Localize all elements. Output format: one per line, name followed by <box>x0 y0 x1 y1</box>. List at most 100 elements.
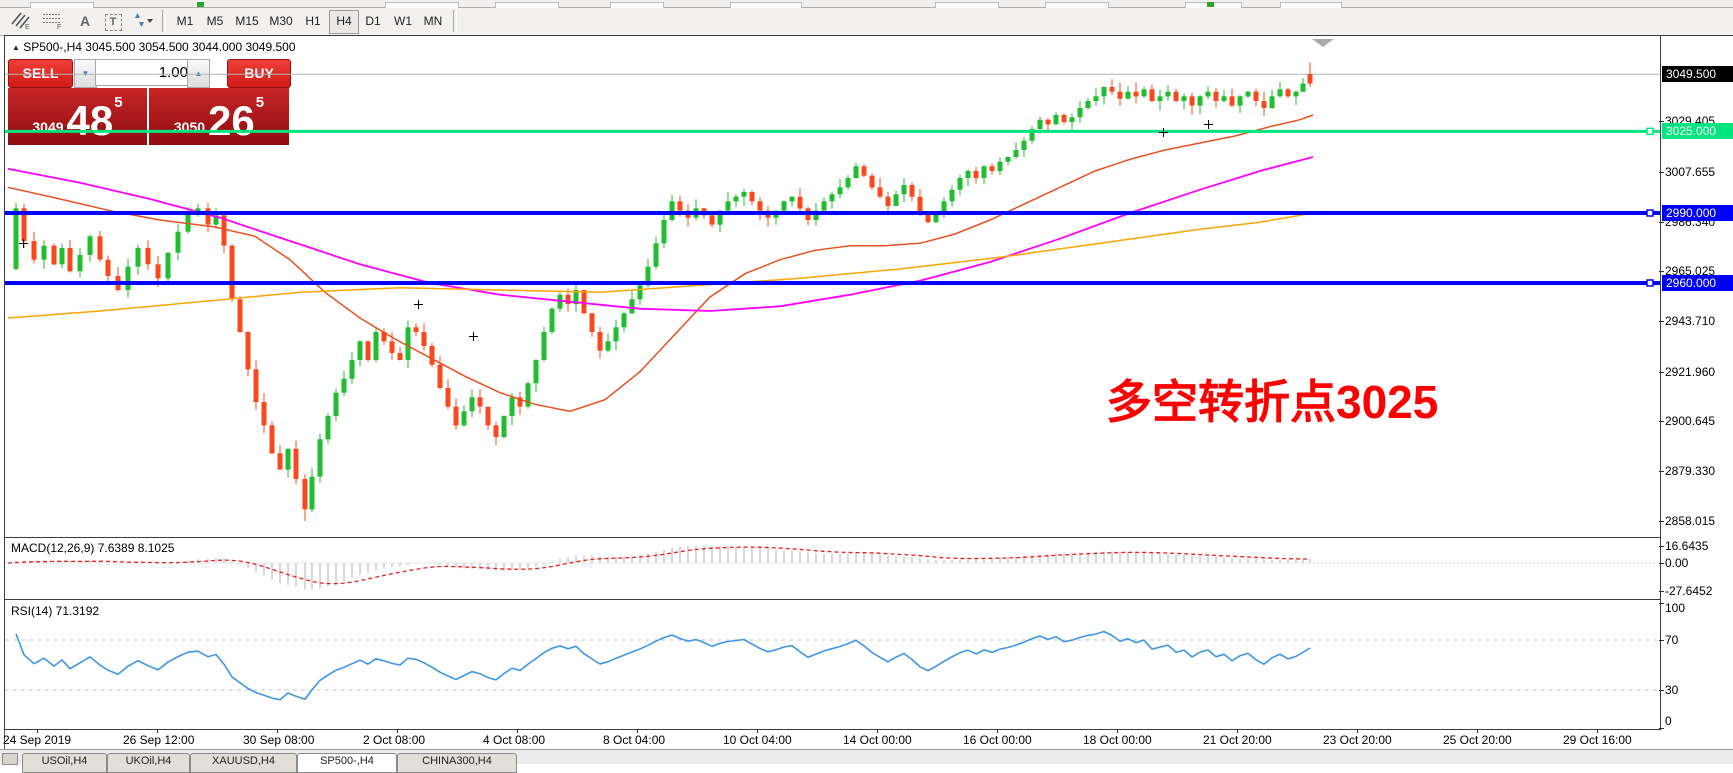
timeframe-button-m1[interactable]: M1 <box>171 10 199 32</box>
time-tick <box>1237 730 1238 733</box>
timeframe-button-m5[interactable]: M5 <box>201 10 229 32</box>
level-price-label: 2990.000 <box>1662 205 1733 221</box>
fibonacci-icon[interactable]: F <box>40 10 66 32</box>
macd-axis-label: -27.6452 <box>1665 583 1731 599</box>
time-tick <box>157 730 158 733</box>
trade-marker-cross <box>1204 120 1213 129</box>
text-label-icon[interactable]: A <box>72 10 98 32</box>
chart-left-border <box>4 35 5 730</box>
price-chart-canvas[interactable] <box>5 36 1660 537</box>
macd-tick <box>1659 546 1664 547</box>
price-tick-label: 3007.655 <box>1665 164 1731 180</box>
time-axis-label: 8 Oct 04:00 <box>603 733 665 747</box>
chart-tab-xauusdh4[interactable]: XAUUSD,H4 <box>190 753 297 773</box>
price-tick <box>1659 222 1664 223</box>
timeframe-button-w1[interactable]: W1 <box>389 10 417 32</box>
timeframe-button-mn[interactable]: MN <box>419 10 447 32</box>
time-tick <box>637 730 638 733</box>
price-tick-label: 2900.645 <box>1665 413 1731 429</box>
toolbar-separator <box>162 10 166 32</box>
time-axis-label: 10 Oct 04:00 <box>723 733 792 747</box>
time-tick <box>877 730 878 733</box>
chart-shift-marker-icon <box>1312 39 1334 47</box>
chart-tab-ukoilh4[interactable]: UKOil,H4 <box>107 753 190 773</box>
timeframe-button-h4[interactable]: H4 <box>329 10 359 34</box>
top-partial-toolbar <box>0 0 1733 8</box>
arrows-tool-icon[interactable] <box>130 10 156 32</box>
chart-toolbar: E F AT M1M5M15M30H1H4D1W1MN <box>0 8 1733 36</box>
level-price-label: 3025.000 <box>1662 123 1733 139</box>
time-axis-label: 24 Sep 2019 <box>3 733 71 747</box>
rsi-pane-canvas[interactable] <box>5 601 1660 729</box>
equidistant-channel-icon[interactable]: E <box>8 10 34 32</box>
rsi-separator[interactable] <box>4 599 1660 600</box>
time-tick <box>277 730 278 733</box>
cut-off-green-indicator <box>1207 2 1214 7</box>
price-tick <box>1659 271 1664 272</box>
level-price-label: 2960.000 <box>1662 275 1733 291</box>
time-axis-label: 14 Oct 00:00 <box>843 733 912 747</box>
timeframe-button-m30[interactable]: M30 <box>265 10 297 32</box>
price-scale-divider[interactable] <box>1660 35 1661 730</box>
macd-pane-canvas[interactable] <box>5 539 1660 599</box>
rsi-line <box>16 632 1310 700</box>
rsi-axis-label: 100 <box>1665 600 1731 616</box>
chart-top-border <box>4 35 1733 36</box>
time-tick <box>997 730 998 733</box>
chart-tab-bar: USOil,H4UKOil,H4XAUUSD,H4SP500-,H4CHINA3… <box>0 749 1733 764</box>
price-tick <box>1659 471 1664 472</box>
macd-label: MACD(12,26,9) 7.6389 8.1025 <box>11 541 174 555</box>
timeframe-button-m15[interactable]: M15 <box>231 10 263 32</box>
rsi-axis-label: 70 <box>1665 632 1731 648</box>
price-tick <box>1659 321 1664 322</box>
rsi-tick <box>1659 728 1664 729</box>
tab-scroll-button[interactable] <box>2 753 18 765</box>
macd-axis-label: 16.6435 <box>1665 538 1731 554</box>
trade-marker-cross <box>469 332 478 341</box>
time-tick <box>1117 730 1118 733</box>
time-axis-label: 2 Oct 08:00 <box>363 733 425 747</box>
price-tick <box>1659 172 1664 173</box>
trade-marker-cross <box>19 239 28 248</box>
chart-tab-usoilh4[interactable]: USOil,H4 <box>22 753 107 773</box>
timeframe-button-d1[interactable]: D1 <box>359 10 387 32</box>
price-tick-label: 2943.710 <box>1665 313 1731 329</box>
time-axis-label: 29 Oct 16:00 <box>1563 733 1632 747</box>
rsi-label: RSI(14) 71.3192 <box>11 604 99 618</box>
time-tick <box>1357 730 1358 733</box>
current-price-label: 3049.500 <box>1662 66 1733 82</box>
timeframe-button-h1[interactable]: H1 <box>299 10 327 32</box>
trade-marker-cross <box>1159 128 1168 137</box>
rsi-axis-label: 30 <box>1665 682 1731 698</box>
price-tick <box>1659 521 1664 522</box>
price-tick-label: 2879.330 <box>1665 463 1731 479</box>
chart-tab-china300h4[interactable]: CHINA300,H4 <box>397 753 517 773</box>
time-tick <box>1597 730 1598 733</box>
time-tick <box>37 730 38 733</box>
time-tick <box>397 730 398 733</box>
time-tick <box>1477 730 1478 733</box>
time-axis-label: 26 Sep 12:00 <box>123 733 194 747</box>
macd-signal-line <box>8 547 1310 584</box>
price-tick-label: 2858.015 <box>1665 513 1731 529</box>
rsi-bottom-border <box>4 729 1660 730</box>
time-axis-label: 4 Oct 08:00 <box>483 733 545 747</box>
ma_slow-line <box>8 213 1313 318</box>
price-tick <box>1659 372 1664 373</box>
price-tick <box>1659 121 1664 122</box>
price-tick-label: 2921.960 <box>1665 364 1731 380</box>
trade-marker-cross <box>414 300 423 309</box>
svg-text:E: E <box>25 24 30 30</box>
cut-off-green-indicator <box>197 2 204 7</box>
macd-separator[interactable] <box>4 537 1660 538</box>
time-axis-label: 16 Oct 00:00 <box>963 733 1032 747</box>
time-tick <box>757 730 758 733</box>
time-axis-label: 30 Sep 08:00 <box>243 733 314 747</box>
macd-tick <box>1659 563 1664 564</box>
svg-text:F: F <box>57 24 61 30</box>
text-box-icon[interactable]: T <box>100 10 126 32</box>
chart-tab-sp500h4[interactable]: SP500-,H4 <box>297 753 397 773</box>
chart-annotation-text: 多空转折点3025 <box>1106 366 1438 432</box>
rsi-tick <box>1659 603 1664 604</box>
macd-axis-label: 0.00 <box>1665 555 1731 571</box>
